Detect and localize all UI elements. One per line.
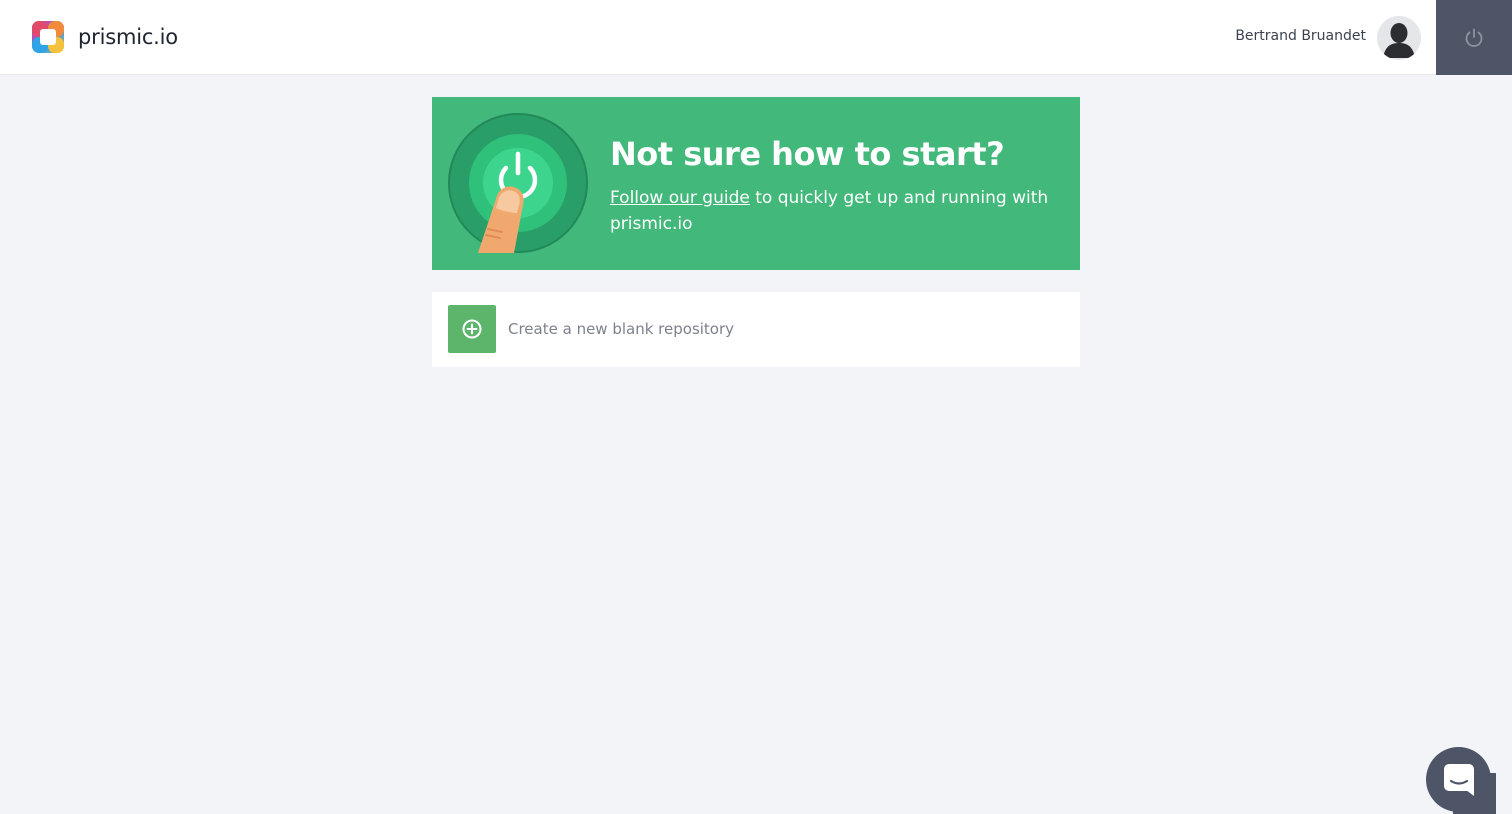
plus-circle-icon [462, 319, 482, 339]
logout-button[interactable] [1436, 0, 1512, 75]
getting-started-banner: Not sure how to start? Follow our guide … [432, 97, 1080, 270]
brand-name: prismic.io [78, 25, 178, 49]
follow-guide-link[interactable]: Follow our guide [610, 188, 750, 208]
brand-link[interactable]: prismic.io [32, 20, 178, 54]
chat-bubble-icon [1443, 763, 1474, 796]
power-button-finger-icon [448, 113, 588, 253]
banner-text: Follow our guide to quickly get up and r… [610, 185, 1050, 237]
user-silhouette-icon [1377, 16, 1421, 60]
chat-widget-button[interactable] [1426, 747, 1491, 812]
create-repository-button[interactable] [448, 305, 496, 353]
create-repository-label: Create a new blank repository [508, 320, 735, 338]
top-bar: prismic.io Bertrand Bruandet [0, 0, 1512, 75]
power-icon [1465, 28, 1483, 47]
user-name[interactable]: Bertrand Bruandet [1235, 28, 1366, 44]
main-content: Not sure how to start? Follow our guide … [432, 97, 1080, 367]
user-avatar[interactable] [1377, 16, 1421, 60]
create-repository-row[interactable]: Create a new blank repository [432, 292, 1080, 367]
prismic-logo-icon [32, 21, 64, 53]
banner-title: Not sure how to start? [610, 135, 1005, 173]
